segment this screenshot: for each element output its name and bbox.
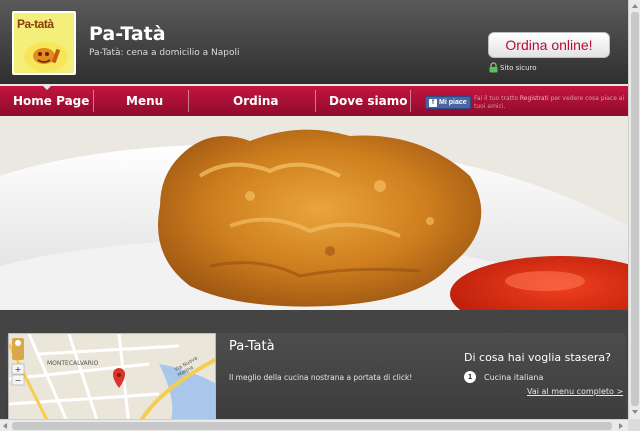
nav-divider: [93, 90, 94, 112]
craving-title: Di cosa hai voglia stasera?: [464, 351, 611, 364]
svg-text:−: −: [15, 376, 22, 385]
cuisine-label: Cucina italiana: [484, 372, 544, 382]
site-logo[interactable]: Pa-tatà: [12, 11, 76, 75]
cuisine-item[interactable]: 1 Cucina italiana: [464, 371, 543, 383]
nav-divider: [188, 90, 189, 112]
scrollbar-corner: [628, 419, 640, 431]
like-button-label: Mi piace: [439, 99, 467, 106]
page: Pa-tatà Pa-Tatà Pa-Tatà: cena a domicili…: [0, 0, 640, 431]
site-header: Pa-tatà Pa-Tatà Pa-Tatà: cena a domicili…: [0, 0, 628, 84]
nav-item-ordina[interactable]: Ordina: [233, 86, 278, 116]
nav-item-dove-siamo[interactable]: Dove siamo: [329, 86, 407, 116]
info-description: Il meglio della cucina nostrana a portat…: [229, 373, 413, 382]
scroll-up-icon[interactable]: [632, 4, 638, 8]
nav-divider: [410, 90, 411, 112]
facebook-like-text: Fai il tuo tratto Registrati per vedere …: [474, 95, 628, 111]
order-online-button[interactable]: Ordina online!: [488, 32, 610, 58]
vertical-scrollbar[interactable]: [628, 0, 640, 419]
register-link[interactable]: Registrati: [520, 95, 549, 102]
hero-image: [0, 116, 628, 310]
site-title: Pa-Tatà: [89, 23, 166, 45]
full-menu-link[interactable]: Vai al menu completo >: [527, 387, 623, 396]
site-subtitle: Pa-Tatà: cena a domicilio a Napoli: [89, 48, 240, 58]
lock-icon: [489, 62, 498, 73]
horizontal-scroll-thumb[interactable]: [12, 422, 612, 430]
facebook-like-button[interactable]: f Mi piace: [425, 96, 471, 109]
nav-divider: [315, 90, 316, 112]
secure-site-badge: Sito sicuro: [489, 62, 537, 73]
map-image: + −: [9, 334, 215, 424]
vertical-scroll-thumb[interactable]: [631, 12, 639, 406]
secure-label: Sito sicuro: [500, 63, 537, 72]
nav-item-home[interactable]: Home Page: [13, 86, 89, 116]
svg-text:+: +: [15, 365, 22, 374]
scroll-right-icon[interactable]: [619, 423, 623, 429]
fried-chicken-photo: [0, 116, 628, 310]
map-place-label: MONTECALVARIO: [47, 360, 99, 367]
facebook-icon: f: [429, 98, 437, 107]
scroll-left-icon[interactable]: [3, 423, 7, 429]
horizontal-scrollbar[interactable]: [0, 419, 628, 431]
cuisine-number-badge: 1: [464, 371, 476, 383]
like-text-pre: Fai il tuo tratto: [474, 95, 520, 102]
logo-text: Pa-tatà: [17, 17, 54, 31]
nav-item-menu[interactable]: Menu: [126, 86, 163, 116]
scroll-down-icon[interactable]: [632, 410, 638, 414]
main-nav: Home Page Menu Ordina Dove siamo f Mi pi…: [0, 84, 628, 116]
info-title: Pa-Tatà: [229, 339, 275, 354]
location-map[interactable]: + − MONTECALVARIO Via Nuova Marina: [8, 333, 216, 425]
